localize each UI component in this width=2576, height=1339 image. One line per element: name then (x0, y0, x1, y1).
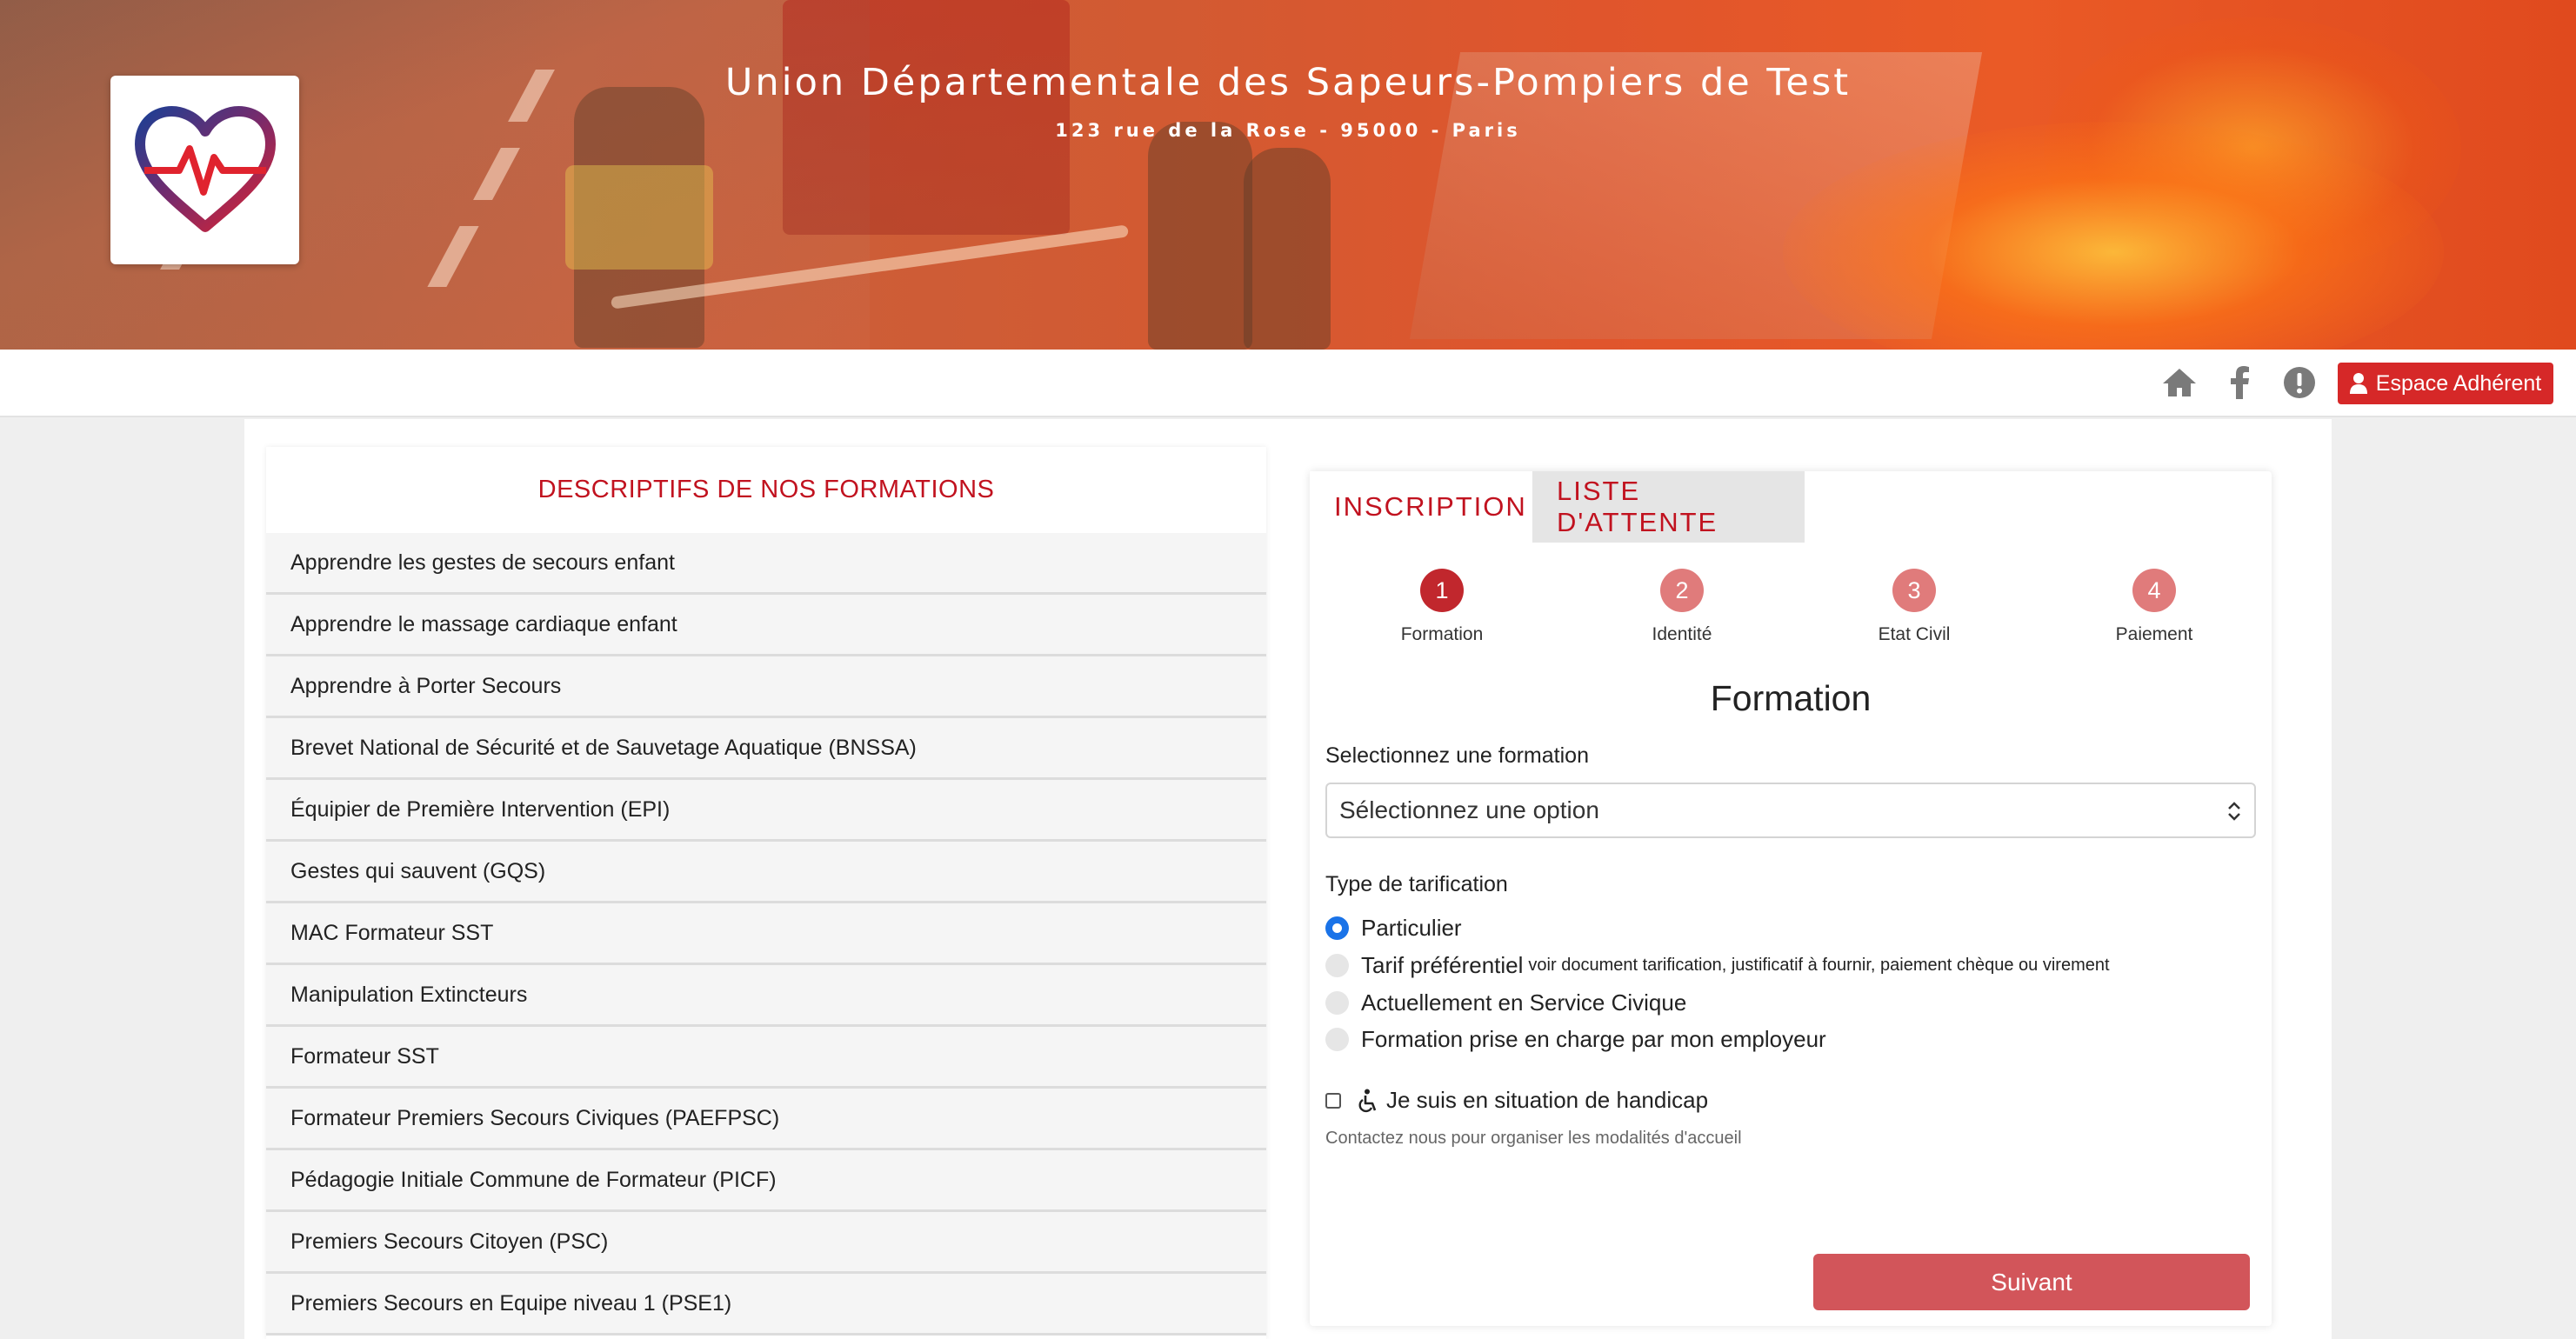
select-arrows-icon (2228, 802, 2240, 821)
banner-photo-firefighter (1244, 148, 1331, 350)
step-number: 1 (1420, 569, 1464, 612)
step-label: Etat Civil (1878, 624, 1951, 644)
step-paiement[interactable]: 4 Paiement (2089, 569, 2219, 645)
step-label: Paiement (2115, 624, 2193, 644)
formation-list-item[interactable]: Gestes qui sauvent (GQS) (266, 842, 1266, 903)
formation-list-item[interactable]: Brevet National de Sécurité et de Sauvet… (266, 718, 1266, 780)
registration-tabs: INSCRIPTION LISTE D'ATTENTE (1310, 471, 1805, 543)
organization-address: 123 rue de la Rose - 95000 - Paris (1055, 120, 1521, 141)
formations-panel: DESCRIPTIFS DE NOS FORMATIONS Apprendre … (266, 447, 1266, 1339)
formation-list-item[interactable]: Apprendre à Porter Secours (266, 656, 1266, 718)
member-area-button[interactable]: Espace Adhérent (2338, 363, 2553, 404)
header-banner (0, 0, 2576, 350)
pricing-type-label: Type de tarification (1325, 872, 1508, 896)
formation-list-item[interactable]: MAC Formateur SST (266, 903, 1266, 965)
pricing-option-employeur[interactable]: Formation prise en charge par mon employ… (1325, 1026, 1826, 1053)
step-number: 4 (2132, 569, 2176, 612)
section-title: Formation (1710, 678, 1872, 718)
heart-pulse-logo-icon (134, 105, 276, 232)
step-number: 3 (1892, 569, 1936, 612)
formation-list-item[interactable]: Premiers Secours en Equipe niveau 1 (PSE… (266, 1274, 1266, 1336)
pricing-option-service-civique[interactable]: Actuellement en Service Civique (1325, 989, 1686, 1016)
wheelchair-icon (1358, 1089, 1377, 1112)
tab-inscription[interactable]: INSCRIPTION (1310, 471, 1532, 543)
formation-list-item[interactable]: Apprendre les gestes de secours enfant (266, 533, 1266, 595)
user-icon (2349, 373, 2367, 394)
formation-select-value: Sélectionnez une option (1339, 796, 1599, 823)
radio-button[interactable] (1325, 916, 1349, 940)
radio-label: Formation prise en charge par mon employ… (1361, 1026, 1826, 1052)
formation-list-item[interactable]: Pédagogie Initiale Commune de Formateur … (266, 1150, 1266, 1212)
step-etat-civil[interactable]: 3 Etat Civil (1849, 569, 1979, 645)
next-button[interactable]: Suivant (1813, 1254, 2250, 1310)
radio-label: Tarif préférentiel (1361, 952, 1524, 978)
handicap-checkbox[interactable] (1325, 1092, 1341, 1109)
formation-list-item[interactable]: Équipier de Première Intervention (EPI) (266, 780, 1266, 842)
step-identite[interactable]: 2 Identité (1617, 569, 1747, 645)
organization-title: Union Départementale des Sapeurs-Pompier… (724, 61, 1852, 104)
alert-icon[interactable] (2279, 362, 2320, 403)
radio-note: voir document tarification, justificatif… (1528, 956, 2110, 975)
radio-label: Particulier (1361, 915, 1462, 941)
radio-button[interactable] (1325, 954, 1349, 977)
formation-list-item[interactable]: Premiers Secours Citoyen (PSC) (266, 1212, 1266, 1274)
step-label: Formation (1400, 624, 1484, 644)
select-formation-label: Selectionnez une formation (1325, 743, 1589, 768)
step-number: 2 (1660, 569, 1704, 612)
formation-list-item[interactable]: Formateur Premiers Secours Civiques (PAE… (266, 1089, 1266, 1150)
facebook-icon[interactable] (2219, 362, 2261, 403)
formation-list-item[interactable]: Manipulation Extincteurs (266, 965, 1266, 1027)
handicap-checkbox-row[interactable]: Je suis en situation de handicap (1325, 1087, 1708, 1114)
banner-photo-firefighter (1148, 122, 1252, 350)
formation-select[interactable]: Sélectionnez une option (1325, 783, 2256, 838)
handicap-hint: Contactez nous pour organiser les modali… (1325, 1129, 1742, 1148)
formations-title: DESCRIPTIFS DE NOS FORMATIONS (537, 476, 995, 503)
tab-waiting-list[interactable]: LISTE D'ATTENTE (1532, 471, 1805, 543)
formation-list-item[interactable]: Apprendre le massage cardiaque enfant (266, 595, 1266, 656)
banner-photo-truck (783, 0, 1070, 235)
step-formation[interactable]: 1 Formation (1377, 569, 1507, 645)
banner-photo-vest (565, 165, 713, 270)
formation-list-item[interactable]: Formateur SST (266, 1027, 1266, 1089)
pricing-option-particulier[interactable]: Particulier (1325, 915, 1462, 942)
radio-button[interactable] (1325, 991, 1349, 1015)
radio-button[interactable] (1325, 1028, 1349, 1051)
registration-card: INSCRIPTION LISTE D'ATTENTE 1 Formation … (1310, 471, 2272, 1326)
home-icon[interactable] (2159, 362, 2200, 403)
member-area-label: Espace Adhérent (2375, 370, 2542, 396)
pricing-option-tarif-preferentiel[interactable]: Tarif préférentiel voir document tarific… (1325, 952, 2110, 979)
handicap-label: Je suis en situation de handicap (1386, 1087, 1709, 1113)
step-label: Identité (1652, 624, 1712, 644)
radio-label: Actuellement en Service Civique (1361, 989, 1687, 1016)
